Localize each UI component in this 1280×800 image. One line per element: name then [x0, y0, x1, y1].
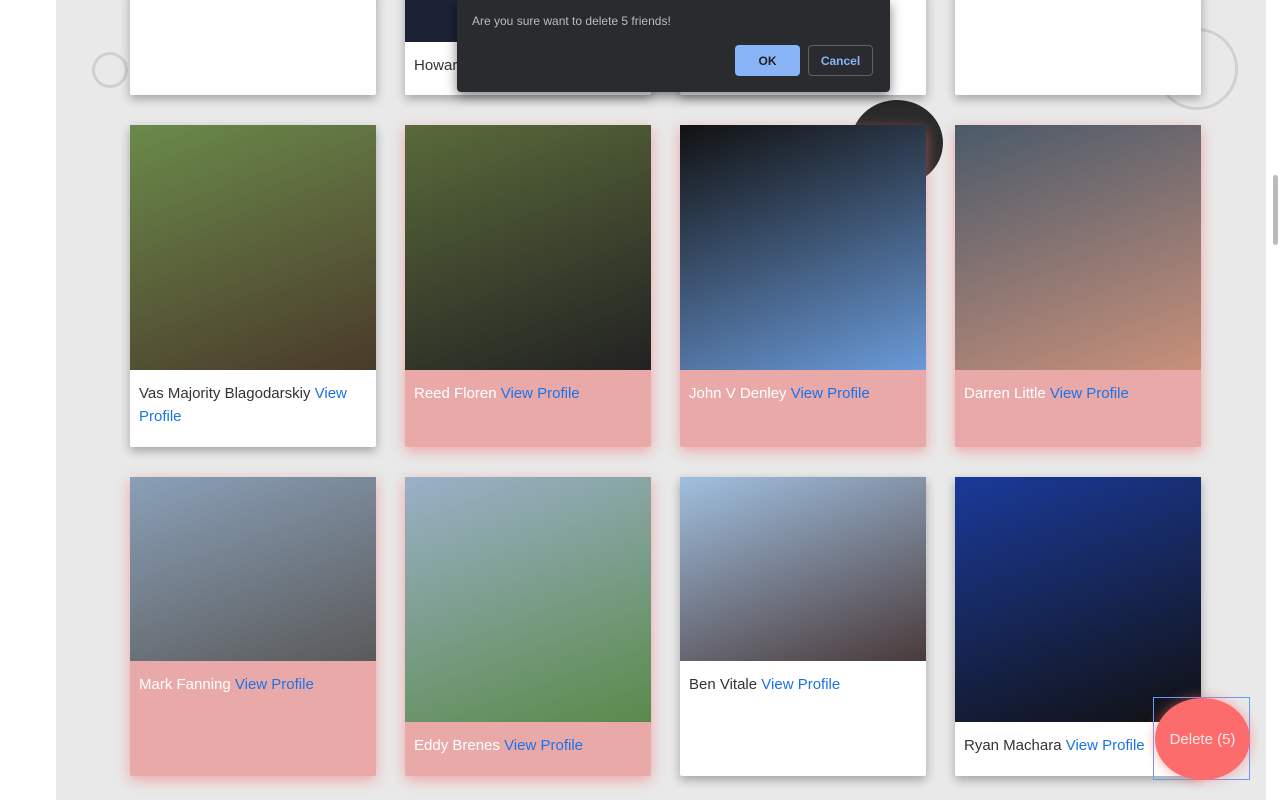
friend-card[interactable]: Mark Fanning View Profile: [130, 477, 376, 776]
friend-card[interactable]: [955, 0, 1201, 95]
view-profile-link[interactable]: View Profile: [235, 676, 314, 693]
decor-circle: [92, 52, 128, 88]
view-profile-link[interactable]: View Profile: [504, 737, 583, 754]
friend-name: John V Denley: [689, 385, 787, 402]
friend-name: Reed Floren: [414, 385, 497, 402]
friend-photo: [405, 125, 651, 370]
confirm-dialog: Are you sure want to delete 5 friends! O…: [457, 0, 890, 92]
view-profile-link[interactable]: View Profile: [1050, 385, 1129, 402]
scrollbar[interactable]: [1266, 0, 1280, 800]
friend-card[interactable]: Reed Floren View Profile: [405, 125, 651, 447]
scrollbar-thumb[interactable]: [1273, 175, 1278, 245]
friend-photo: [955, 477, 1201, 722]
dialog-message: Are you sure want to delete 5 friends!: [472, 14, 671, 28]
friend-card[interactable]: [130, 0, 376, 95]
view-profile-link[interactable]: View Profile: [1066, 737, 1145, 754]
friend-card[interactable]: Darren Little View Profile: [955, 125, 1201, 447]
friend-photo: [955, 125, 1201, 370]
friend-card[interactable]: Vas Majority Blagodarskiy View Profile: [130, 125, 376, 447]
delete-selected-button[interactable]: Delete (5): [1155, 698, 1250, 780]
friend-name: Ben Vitale: [689, 676, 758, 693]
friend-name: Vas Majority Blagodarskiy: [139, 385, 311, 402]
friend-card[interactable]: Ben Vitale View Profile: [680, 477, 926, 776]
friend-name: Mark Fanning: [139, 676, 231, 693]
view-profile-link[interactable]: View Profile: [501, 385, 580, 402]
friend-photo: [130, 477, 376, 661]
friend-name: Darren Little: [964, 385, 1046, 402]
friend-photo: [405, 477, 651, 722]
view-profile-link[interactable]: View Profile: [791, 385, 870, 402]
friend-photo: [680, 477, 926, 661]
friend-photo: [680, 125, 926, 370]
view-profile-link[interactable]: View Profile: [761, 676, 840, 693]
friend-photo: [130, 125, 376, 370]
cancel-button[interactable]: Cancel: [808, 45, 873, 76]
friend-name: Eddy Brenes: [414, 737, 500, 754]
friend-card[interactable]: John V Denley View Profile: [680, 125, 926, 447]
friend-name: Ryan Machara: [964, 737, 1062, 754]
ok-button[interactable]: OK: [735, 45, 800, 76]
friend-card[interactable]: Eddy Brenes View Profile: [405, 477, 651, 776]
